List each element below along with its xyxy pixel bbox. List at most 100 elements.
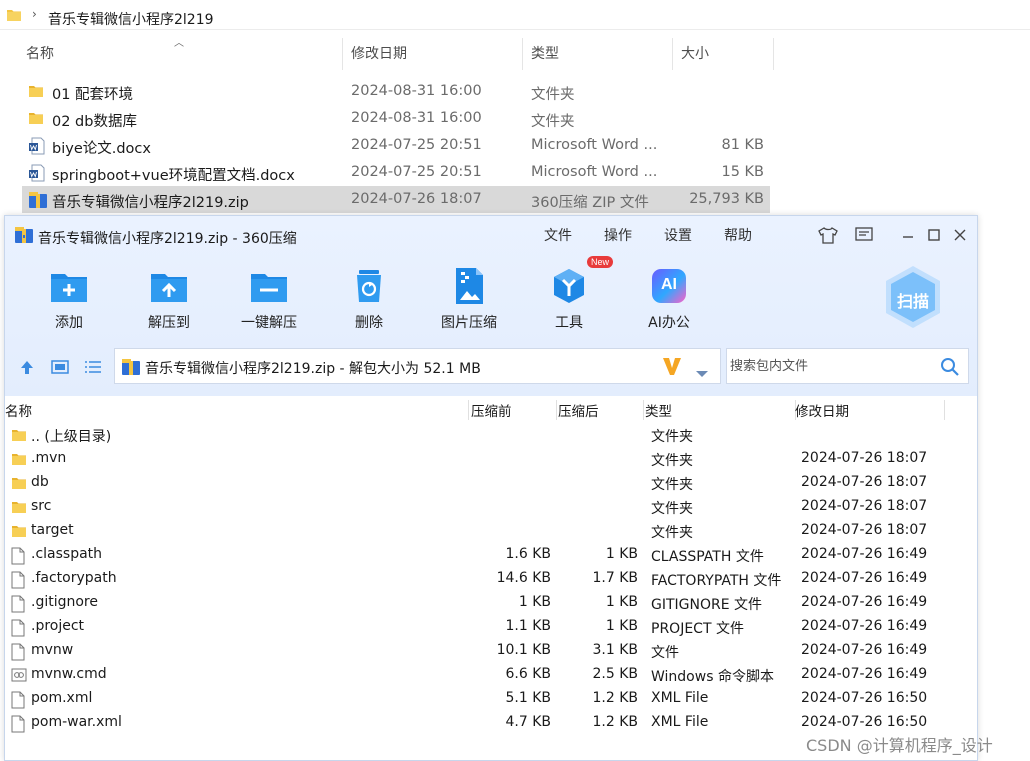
explorer-file-row[interactable]: biye论文.docx 2024-07-25 20:51 Microsoft Wor… [22,132,770,159]
explorer-file-row[interactable]: 02 db数据库 2024-08-31 16:00 文件夹 [22,105,770,132]
toolbar-ai-office-button[interactable]: AI AI办公 [624,266,714,336]
archive-search-box[interactable] [726,348,969,384]
scan-label: 扫描 [896,292,929,311]
file-name: .. (上级目录) [31,429,112,445]
file-name: 音乐专辑微信小程序2l219.zip [52,195,249,211]
menu-help[interactable]: 帮助 [724,225,752,245]
feedback-message-icon[interactable] [851,222,877,248]
toolbar-label: 解压到 [148,315,190,331]
column-header-type[interactable]: 类型 [645,400,796,420]
file-type: Microsoft Word ... [531,137,658,153]
file-date: 2024-07-26 16:49 [801,594,928,610]
menu-file[interactable]: 文件 [544,225,572,245]
archive-path-field[interactable]: 音乐专辑微信小程序2l219.zip - 解包大小为 52.1 MB [114,348,721,384]
compressed-size: 1.7 KB [592,570,639,586]
explorer-file-row[interactable]: springboot+vue环境配置文档.docx 2024-07-25 20:5… [22,159,770,186]
column-header-name[interactable]: 名称 [5,400,469,420]
column-header-type[interactable]: 类型 [523,38,673,70]
file-date: 2024-08-31 16:00 [351,83,482,99]
list-view-icon[interactable] [84,359,102,379]
file-name: pom-war.xml [31,714,122,730]
toolbar-label: 工具 [555,315,583,331]
cmd-script-icon [11,667,27,687]
folder-icon [11,499,27,518]
zip-archive-icon [121,358,141,380]
file-size: 25,793 KB [689,191,764,207]
file-date: 2024-07-26 18:07 [801,474,928,490]
original-size: 1.6 KB [505,546,552,562]
compressed-size: 1 KB [605,618,638,634]
file-type: CLASSPATH 文件 [651,549,764,565]
breadcrumb[interactable]: 音乐专辑微信小程序2l219 [40,3,230,29]
file-type: GITIGNORE 文件 [651,597,763,613]
column-header-original-size[interactable]: 压缩前 [471,400,557,420]
toolbar-one-click-extract-button[interactable]: 一键解压 [224,266,314,336]
toolbar-delete-button[interactable]: 删除 [324,266,414,336]
file-icon [11,643,25,665]
toolbar-add-button[interactable]: 添加 [24,266,114,336]
archive-file-row[interactable]: target 文件夹 2024-07-26 18:07 [5,519,977,543]
new-badge: New [587,256,614,268]
archive-file-row[interactable]: pom.xml 5.1 KB 1.2 KB XML File 2024-07-26 16… [5,687,977,711]
archive-file-row[interactable]: mvnw 10.1 KB 3.1 KB 文件 2024-07-26 16:49 [5,639,977,663]
file-type: 文件夹 [651,429,693,445]
column-header-date[interactable]: 修改日期 [795,400,945,420]
toolbar-label: 图片压缩 [441,315,497,331]
toolbar-label: 添加 [55,315,83,331]
file-date: 2024-07-26 16:49 [801,642,928,658]
toolbar-tools-button[interactable]: New 工具 [524,256,614,336]
explorer-file-row[interactable]: 01 配套环境 2024-08-31 16:00 文件夹 [22,78,770,105]
file-type: 文件夹 [531,114,575,130]
column-header-name[interactable]: 名称 [18,38,343,70]
archive-column-header: 名称 压缩前 压缩后 类型 修改日期 [5,398,977,420]
column-header-date[interactable]: 修改日期 [343,38,523,70]
toolbar-extract-to-button[interactable]: 解压到 [124,266,214,336]
original-size: 10.1 KB [496,642,551,658]
archive-file-row[interactable]: .gitignore 1 KB 1 KB GITIGNORE 文件 2024-07-26… [5,591,977,615]
compressed-size: 1.2 KB [592,714,639,730]
chevron-down-icon[interactable] [695,363,709,382]
file-type: PROJECT 文件 [651,621,744,637]
file-type: FACTORYPATH 文件 [651,573,782,589]
search-icon[interactable] [940,357,960,381]
menu-settings[interactable]: 设置 [664,225,692,245]
file-name: 01 配套环境 [52,87,134,103]
archive-file-row[interactable]: .project 1.1 KB 1 KB PROJECT 文件 2024-07-26 1… [5,615,977,639]
original-size: 14.6 KB [496,570,551,586]
archive-file-row[interactable]: mvnw.cmd 6.6 KB 2.5 KB Windows 命令脚本 2024-07-… [5,663,977,687]
maximize-button[interactable] [921,222,947,248]
file-type: 文件夹 [651,501,693,517]
menu-operate[interactable]: 操作 [604,225,632,245]
file-date: 2024-07-26 16:49 [801,570,928,586]
file-date: 2024-07-26 16:50 [801,690,928,706]
toolbar-image-compress-button[interactable]: 图片压缩 [424,266,514,336]
archive-file-row[interactable]: db 文件夹 2024-07-26 18:07 [5,471,977,495]
file-type: 文件夹 [651,525,693,541]
breadcrumb-item[interactable]: 音乐专辑微信小程序2l219 [48,9,214,29]
thumbnail-view-icon[interactable] [51,359,69,379]
file-name: mvnw [31,642,74,658]
column-header-compressed-size[interactable]: 压缩后 [558,400,644,420]
close-button[interactable] [947,222,973,248]
scan-button[interactable]: 扫描 [883,264,943,330]
archive-file-row[interactable]: .classpath 1.6 KB 1 KB CLASSPATH 文件 2024-07-… [5,543,977,567]
column-header-size[interactable]: 大小 [673,38,774,70]
explorer-address-bar: › 音乐专辑微信小程序2l219 [0,0,1030,30]
skin-shirt-icon[interactable] [815,222,841,248]
archive-file-row[interactable]: .mvn 文件夹 2024-07-26 18:07 [5,447,977,471]
file-date: 2024-07-26 18:07 [351,191,482,207]
minimize-button[interactable] [895,222,921,248]
archive-file-row[interactable]: .factorypath 14.6 KB 1.7 KB FACTORYPATH 文件 2… [5,567,977,591]
explorer-file-row[interactable]: 音乐专辑微信小程序2l219.zip 2024-07-26 18:07 360压缩 … [22,186,770,213]
file-type: XML File [651,690,709,706]
archive-file-row[interactable]: src 文件夹 2024-07-26 18:07 [5,495,977,519]
vip-v-icon[interactable] [661,355,683,381]
archive-search-input[interactable] [730,350,930,382]
ai-icon-text: AI [661,276,677,293]
folder-icon [6,7,22,26]
archive-file-row[interactable]: .. (上级目录) 文件夹 [5,423,977,447]
file-date: 2024-07-26 18:07 [801,522,928,538]
up-arrow-icon[interactable] [19,359,35,379]
file-type: XML File [651,714,709,730]
compressed-size: 2.5 KB [592,666,639,682]
